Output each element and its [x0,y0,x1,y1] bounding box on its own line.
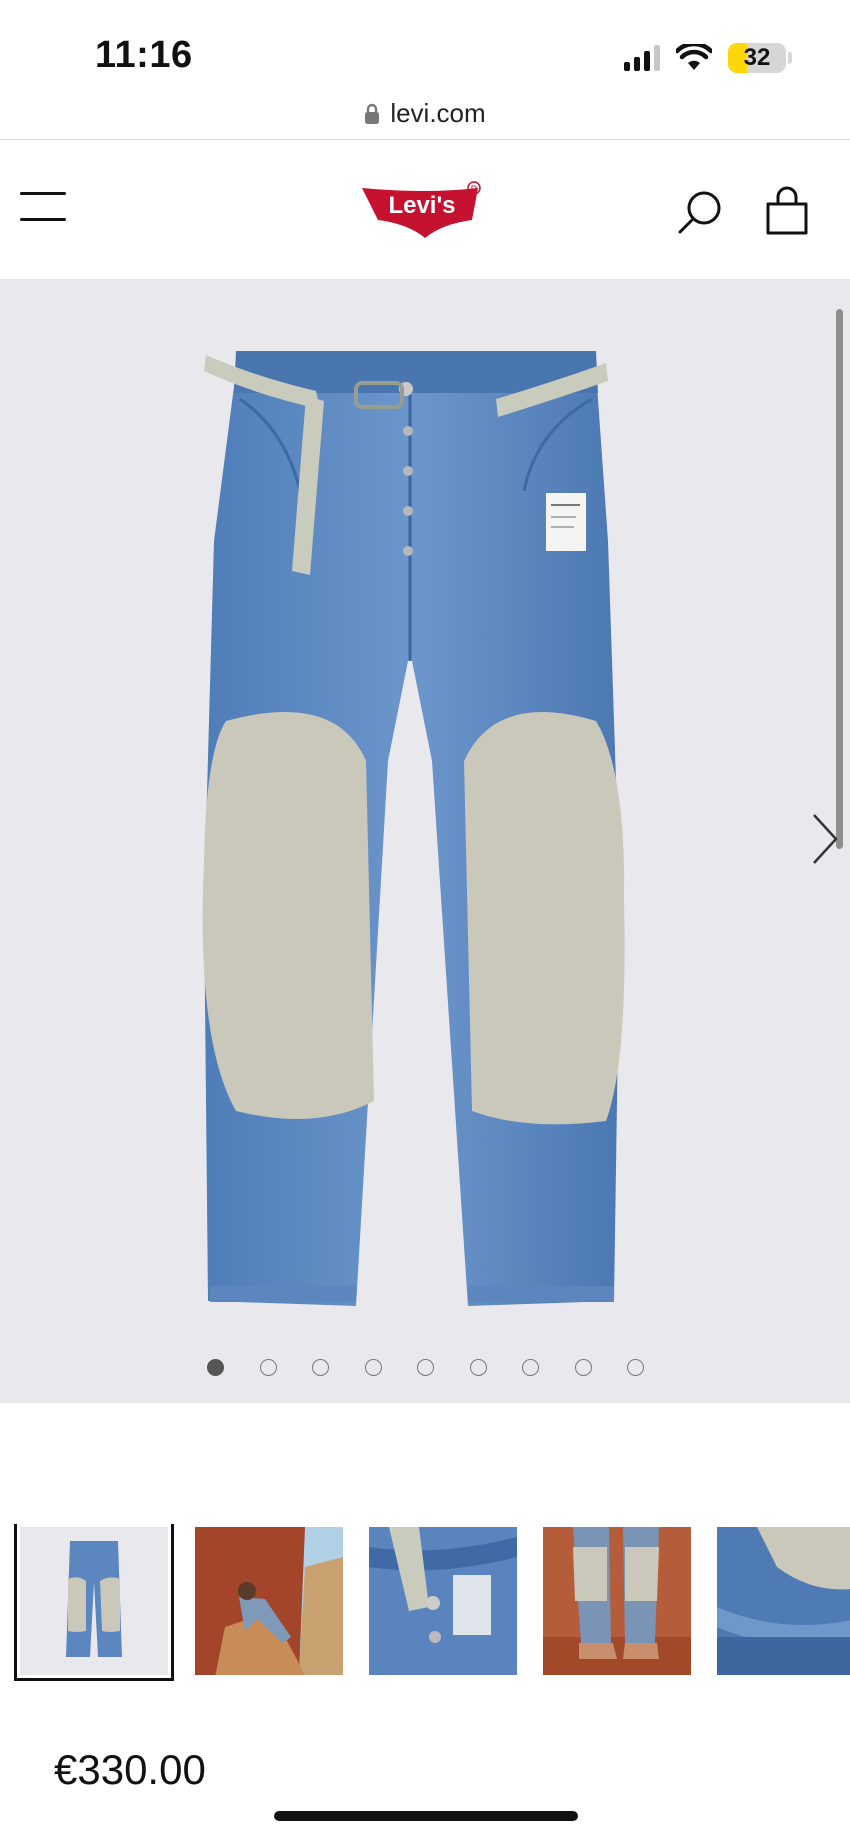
thumb-model-rocks[interactable] [195,1527,343,1675]
gallery-dot[interactable] [207,1359,224,1376]
gallery-dot[interactable] [312,1359,329,1376]
wifi-icon [676,44,712,70]
thumbnail-strip [0,1524,850,1684]
thumb-detail-waist[interactable] [369,1527,517,1675]
shopping-bag-icon[interactable] [764,186,810,236]
logo-text: Levi's [388,192,455,219]
battery-level: 32 [743,44,771,71]
url-bar[interactable]: levi.com [0,88,850,140]
gallery-dot[interactable] [627,1359,644,1376]
home-indicator [274,1811,578,1821]
cellular-signal-icon [624,45,660,71]
svg-text:R: R [471,184,478,194]
product-image-jeans [202,351,625,1306]
chevron-right-icon[interactable] [810,811,840,867]
gallery-dot[interactable] [469,1359,487,1376]
thumb-model-legs[interactable] [543,1527,691,1675]
url-text: levi.com [390,98,486,128]
status-icons: 32 [624,38,792,78]
levis-logo[interactable]: Levi's R [360,180,490,242]
gallery-dot[interactable] [574,1359,592,1376]
gallery-dot[interactable] [522,1359,539,1376]
scroll-bar[interactable] [836,309,843,849]
thumb-detail-hem[interactable] [717,1527,850,1675]
gallery-pagination-dots [0,1359,850,1379]
status-bar: 11:16 32 [0,0,850,92]
status-time: 11:16 [95,34,193,76]
thumb-product-front[interactable] [14,1524,174,1681]
product-price: €330.00 [54,1746,206,1793]
gallery-dot[interactable] [259,1359,277,1376]
lock-icon [365,103,380,124]
product-image-gallery[interactable] [0,279,850,1403]
hamburger-menu-icon[interactable] [20,192,66,226]
gallery-dot[interactable] [364,1359,382,1376]
search-icon[interactable] [676,188,724,236]
site-header: Levi's R [0,140,850,279]
gallery-dot[interactable] [417,1359,434,1376]
battery-tip [788,52,792,64]
battery-icon: 32 [728,43,786,73]
